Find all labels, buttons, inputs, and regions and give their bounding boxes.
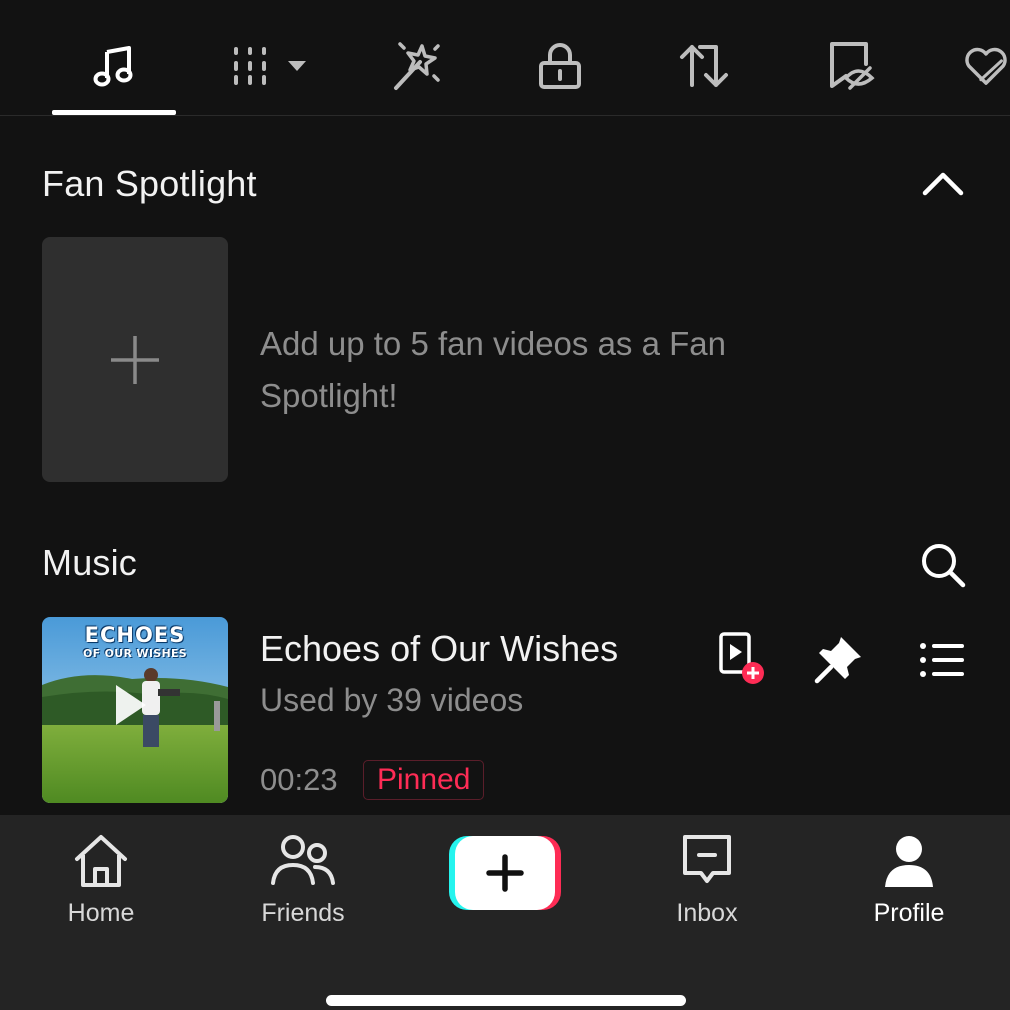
- tab-reposts[interactable]: [668, 30, 740, 102]
- repost-icon: [680, 45, 728, 87]
- search-icon: [922, 544, 966, 588]
- nav-friends-label: Friends: [261, 899, 345, 927]
- tab-playlists[interactable]: [226, 30, 312, 102]
- nav-home-label: Home: [67, 899, 135, 927]
- cover-title-text: ECHOES: [84, 623, 186, 647]
- more-options-button[interactable]: [914, 632, 970, 688]
- create-button[interactable]: [449, 836, 561, 910]
- friends-icon-wrap: [228, 833, 378, 889]
- profile-icon: [885, 836, 933, 887]
- fan-spotlight-description: Add up to 5 fan videos as a Fan Spotligh…: [260, 325, 726, 414]
- song-title[interactable]: Echoes of Our Wishes: [260, 628, 618, 670]
- tab-effects[interactable]: [380, 30, 452, 102]
- song-cover[interactable]: ECHOES OF OUR WISHES: [42, 617, 228, 803]
- tab-liked[interactable]: [962, 30, 1010, 102]
- nav-home[interactable]: Home: [26, 815, 176, 945]
- plus-icon: [111, 335, 159, 384]
- song-usage-count: Used by 39 videos: [260, 682, 524, 718]
- active-tab-indicator: [52, 110, 176, 115]
- inbox-icon: [683, 835, 731, 883]
- friends-icon: [271, 835, 335, 885]
- nav-inbox[interactable]: Inbox: [632, 815, 782, 945]
- music-search-button[interactable]: [916, 538, 970, 592]
- nav-inbox-label: Inbox: [676, 899, 738, 927]
- video-add-icon: [719, 632, 764, 684]
- music-title: Music: [42, 542, 138, 583]
- list-icon: [920, 643, 964, 677]
- cover-subtitle-text: OF OUR WISHES: [83, 647, 187, 660]
- hidden-bookmark-icon: [830, 42, 875, 90]
- magic-wand-icon: [394, 42, 440, 90]
- pin-button[interactable]: [810, 632, 866, 688]
- tab-private[interactable]: [524, 30, 596, 102]
- add-fan-video-button[interactable]: [42, 237, 228, 482]
- pin-icon: [814, 637, 861, 684]
- create-plus-icon: [449, 836, 561, 910]
- collapse-button[interactable]: [918, 158, 968, 208]
- song-duration: 00:23: [260, 762, 338, 797]
- home-icon-wrap: [26, 833, 176, 889]
- home-indicator: [326, 995, 686, 1006]
- use-sound-button[interactable]: [712, 632, 768, 688]
- profile-tab-bar: [0, 0, 1010, 116]
- nav-profile-label: Profile: [873, 899, 945, 927]
- playlist-dropdown-icon: [234, 47, 306, 85]
- profile-icon-wrap: [834, 833, 984, 889]
- lock-icon: [539, 43, 581, 89]
- nav-profile[interactable]: Profile: [834, 815, 984, 945]
- inbox-icon-wrap: [632, 833, 782, 889]
- music-note-icon: [93, 46, 133, 87]
- chevron-up-icon: [922, 172, 964, 196]
- nav-friends[interactable]: Friends: [228, 815, 378, 945]
- fan-spotlight-title: Fan Spotlight: [42, 163, 257, 204]
- tab-music[interactable]: [78, 30, 150, 102]
- hidden-heart-icon: [965, 47, 1007, 85]
- tab-favorites[interactable]: [814, 30, 886, 102]
- home-icon: [75, 835, 127, 887]
- pinned-badge: Pinned: [363, 760, 485, 800]
